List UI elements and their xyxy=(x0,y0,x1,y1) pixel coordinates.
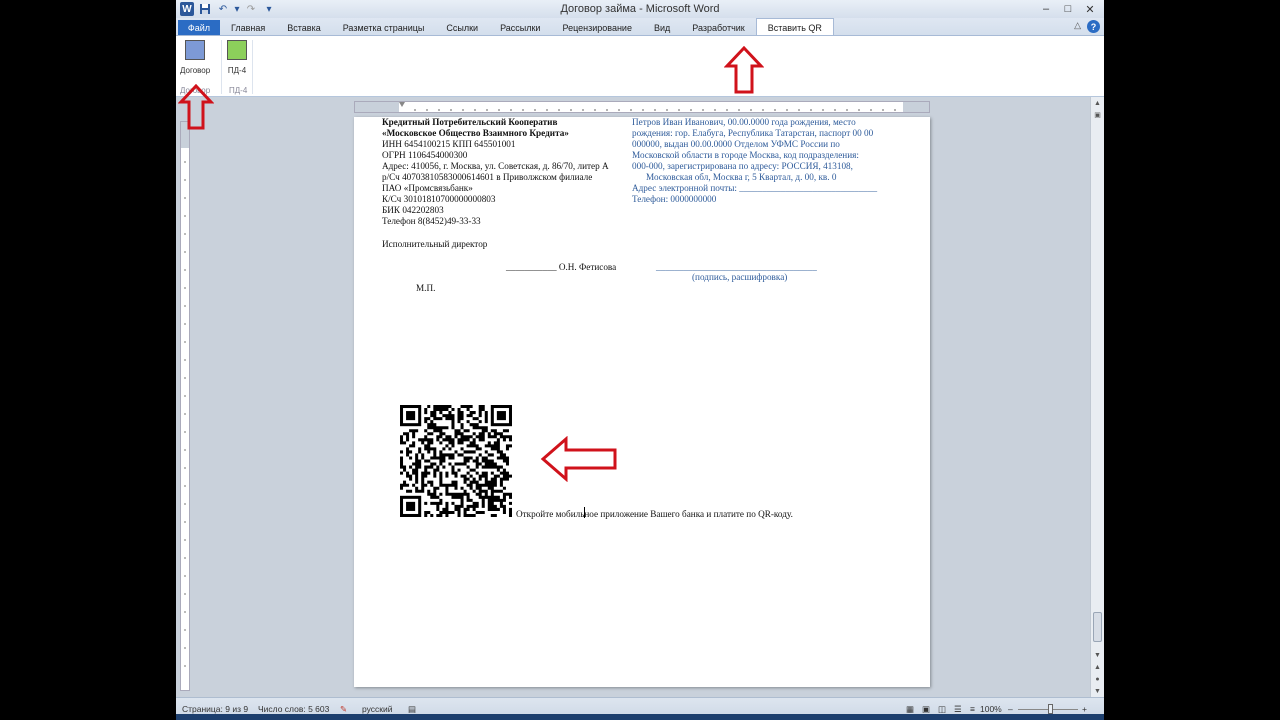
prev-page-icon[interactable]: ▲ xyxy=(1091,661,1104,673)
client-phone-line: Телефон: 0000000000 xyxy=(632,194,717,204)
vertical-ruler-ticks xyxy=(181,122,189,667)
client-email-line: Адрес электронной почты: _______________… xyxy=(632,183,878,193)
stamp-place: М.П. xyxy=(416,283,436,293)
browse-object-icon[interactable]: ● xyxy=(1091,673,1104,685)
client-line: Московская обл, Москва г, 5 Квартал, д. … xyxy=(646,172,837,182)
vertical-scrollbar[interactable]: ▲ ▣ ▼ ▲ ● ▼ xyxy=(1090,97,1104,697)
minimize-window-button[interactable]: – xyxy=(1034,0,1058,18)
tab-review[interactable]: Рецензирование xyxy=(551,20,643,36)
help-icon[interactable]: ? xyxy=(1087,20,1100,33)
director-signature-line: ___________ О.Н. Фетисова xyxy=(506,262,617,272)
tab-insert-qr[interactable]: Вставить QR xyxy=(755,18,834,36)
ruler-toggle-icon[interactable]: ▣ xyxy=(1091,109,1104,121)
org-ogrn-line: ОГРН 1106454000300 xyxy=(382,150,468,160)
scroll-thumb[interactable] xyxy=(1093,612,1102,642)
group-label-pd4: ПД-4 xyxy=(229,86,248,95)
annotation-arrow-left-icon xyxy=(540,436,617,482)
word-count[interactable]: Число слов: 5 603 xyxy=(258,704,329,714)
horizontal-ruler[interactable] xyxy=(354,101,930,113)
collapse-ribbon-icon[interactable]: △ xyxy=(1074,20,1081,33)
tab-page-layout[interactable]: Разметка страницы xyxy=(332,20,436,36)
client-signature-caption: (подпись, расшифровка) xyxy=(692,272,788,282)
client-line: рождения: гор. Елабуга, Республика Татар… xyxy=(632,128,874,138)
tab-view[interactable]: Вид xyxy=(643,20,681,36)
window-title: Договор займа - Microsoft Word xyxy=(560,3,720,15)
client-line: 000-000, зарегистрирована по адресу: РОС… xyxy=(632,161,853,171)
zoom-slider-thumb[interactable] xyxy=(1048,704,1053,714)
group-separator xyxy=(252,40,253,94)
org-name-line: Кредитный Потребительский Кооператив xyxy=(382,117,558,127)
page-count[interactable]: Страница: 9 из 9 xyxy=(182,704,248,714)
ribbon-tabs: Файл Главная Вставка Разметка страницы С… xyxy=(176,18,1104,36)
zoom-level[interactable]: 100% xyxy=(980,704,1002,714)
client-line: Московской области в городе Москва, код … xyxy=(632,150,859,160)
maximize-window-button[interactable]: □ xyxy=(1056,0,1080,18)
tab-home[interactable]: Главная xyxy=(220,20,276,36)
tab-file[interactable]: Файл xyxy=(178,20,220,36)
text-cursor xyxy=(584,507,585,518)
ribbon-panel: Договор ПД-4 Договор ПД-4 xyxy=(176,35,1104,97)
next-page-icon[interactable]: ▼ xyxy=(1091,685,1104,697)
close-window-button[interactable]: ✕ xyxy=(1078,0,1102,18)
zoom-in-button[interactable]: + xyxy=(1082,704,1087,714)
contract-button-label: Договор xyxy=(180,66,211,75)
contract-button[interactable]: Договор xyxy=(180,40,210,75)
org-phone-line: Телефон 8(8452)49-33-33 xyxy=(382,216,481,226)
org-inn-line: ИНН 6454100215 КПП 645501001 xyxy=(382,139,516,149)
pd4-icon xyxy=(227,40,247,60)
org-bank-line: ПАО «Промсвязьбанк» xyxy=(382,183,473,193)
word-window: W ↶ ▾ ↷ ▾ Договор займа - Microsoft Word… xyxy=(176,0,1104,720)
document-area: Кредитный Потребительский Кооператив «Мо… xyxy=(176,97,1104,697)
pd4-button-label: ПД-4 xyxy=(227,66,247,75)
tab-developer[interactable]: Разработчик xyxy=(681,20,755,36)
scroll-up-icon[interactable]: ▲ xyxy=(1091,97,1104,109)
annotation-arrow-up-icon xyxy=(724,46,764,94)
org-account-line: р/Сч 40703810583000614601 в Приволжском … xyxy=(382,172,593,182)
group-separator xyxy=(221,40,222,94)
director-title: Исполнительный директор xyxy=(382,239,488,249)
title-bar: W ↶ ▾ ↷ ▾ Договор займа - Microsoft Word… xyxy=(176,0,1104,18)
contract-icon xyxy=(185,40,206,60)
language-indicator[interactable]: русский xyxy=(362,704,393,714)
vertical-ruler[interactable] xyxy=(180,121,190,691)
tab-mailings[interactable]: Рассылки xyxy=(489,20,551,36)
document-page[interactable]: Кредитный Потребительский Кооператив «Мо… xyxy=(354,117,930,687)
ruler-ticks xyxy=(399,102,896,111)
org-bik-line: БИК 042202803 xyxy=(382,205,444,215)
client-line: 000000, выдан 00.00.0000 Отделом УФМС Ро… xyxy=(632,139,840,149)
tab-references[interactable]: Ссылки xyxy=(435,20,489,36)
org-address-line: Адрес: 410056, г. Москва, ул. Советская,… xyxy=(382,161,609,171)
tab-insert[interactable]: Вставка xyxy=(276,20,331,36)
scroll-down-icon[interactable]: ▼ xyxy=(1091,649,1104,661)
pd4-button[interactable]: ПД-4 xyxy=(227,40,247,75)
org-corr-account-line: К/Сч 30101810700000000803 xyxy=(382,194,496,204)
zoom-out-button[interactable]: – xyxy=(1008,704,1013,714)
taskbar-strip xyxy=(176,714,1104,720)
qr-caption: Откройте мобильное приложение Вашего бан… xyxy=(516,509,793,519)
qr-code-image xyxy=(400,405,512,517)
tabs-right-controls: △ ? xyxy=(1074,20,1100,33)
view-draft-icon[interactable]: ≡ xyxy=(970,704,975,714)
annotation-arrow-up-icon xyxy=(178,84,214,130)
org-name-line: «Московское Общество Взаимного Кредита» xyxy=(382,128,569,138)
client-line: Петров Иван Иванович, 00.00.0000 года ро… xyxy=(632,117,856,127)
